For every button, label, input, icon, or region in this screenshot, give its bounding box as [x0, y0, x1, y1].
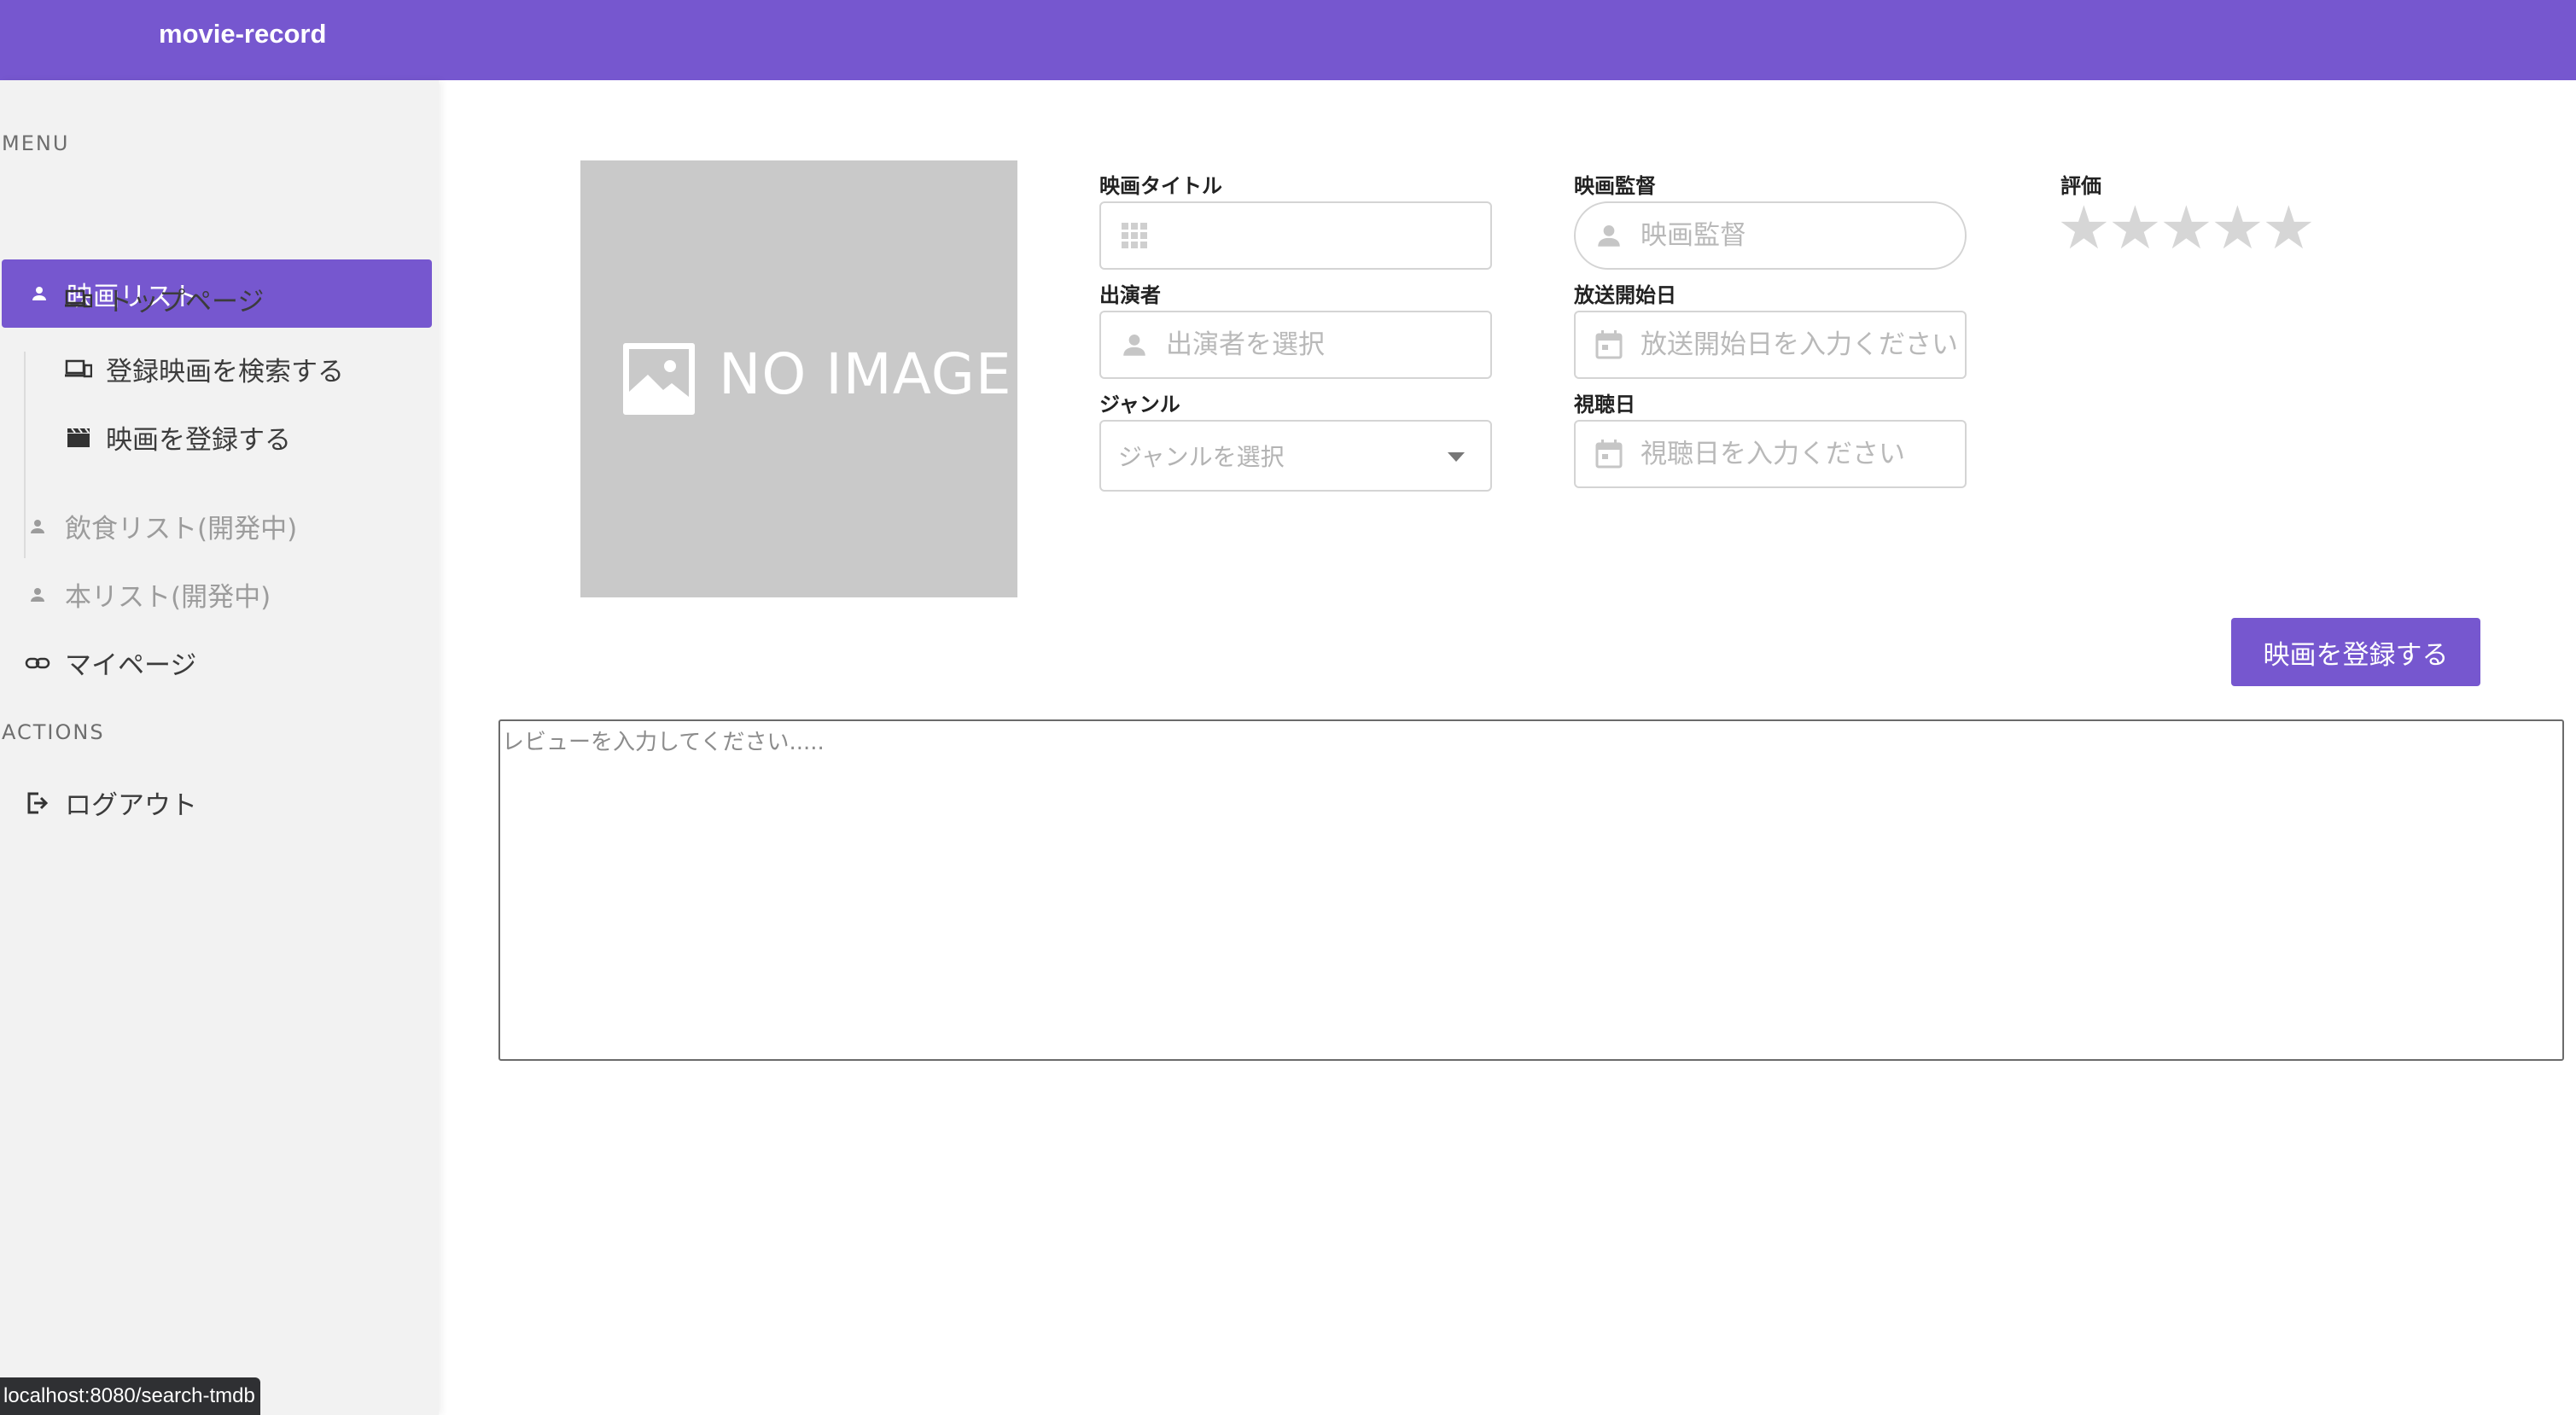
genre-select-value: ジャンルを選択: [1118, 443, 1285, 471]
devices-icon: [63, 284, 94, 315]
person-icon: [1593, 218, 1625, 253]
watch-date-label: 視聴日: [1574, 393, 1635, 416]
no-image-text: NO IMAGE: [719, 341, 1012, 407]
menu-section-label: MENU: [2, 131, 70, 155]
sidebar-item-label: トップページ: [106, 287, 265, 317]
cast-input[interactable]: [1166, 329, 1490, 360]
star-icon[interactable]: ★: [2159, 198, 2213, 258]
sidebar-item-label: 映画を登録する: [106, 425, 291, 456]
sidebar-item-register-movie[interactable]: 映画を登録する: [63, 418, 291, 457]
sidebar-item-top-page[interactable]: トップページ: [63, 280, 264, 318]
star-icon[interactable]: ★: [2262, 198, 2316, 258]
person-icon: [22, 511, 53, 542]
release-date-field: [1574, 311, 1967, 379]
sidebar: MENU 映画リスト トップページ 登録映画を検索する 映画を登録する 飲食リス…: [0, 80, 439, 1415]
devices-icon: [63, 354, 94, 385]
release-date-input[interactable]: [1641, 329, 1965, 360]
star-icon[interactable]: ★: [2057, 198, 2111, 258]
genre-label: ジャンル: [1099, 393, 1180, 416]
sidebar-item-food-list[interactable]: 飲食リスト(開発中): [22, 507, 297, 545]
person-icon: [22, 579, 53, 610]
genre-select[interactable]: ジャンルを選択: [1099, 420, 1492, 492]
sidebar-item-label: 本リスト(開発中): [65, 582, 271, 613]
star-icon[interactable]: ★: [2211, 198, 2264, 258]
status-url-bar: localhost:8080/search-tmdb: [0, 1377, 260, 1415]
poster-placeholder[interactable]: NO IMAGE: [580, 160, 1017, 597]
logout-label: ログアウト: [65, 790, 197, 821]
calendar-icon: [1593, 437, 1625, 471]
image-icon: [623, 343, 695, 415]
sidebar-item-book-list[interactable]: 本リスト(開発中): [22, 575, 271, 614]
logout-icon: [22, 788, 53, 818]
director-label: 映画監督: [1574, 174, 1656, 198]
register-movie-button[interactable]: 映画を登録する: [2231, 618, 2480, 686]
person-icon: [24, 278, 55, 309]
watch-date-field: [1574, 420, 1967, 488]
calendar-icon: [1593, 328, 1625, 362]
rating-stars: ★ ★ ★ ★ ★: [2057, 198, 2316, 258]
title-field: [1099, 201, 1492, 270]
actions-section-label: ACTIONS: [2, 720, 105, 744]
watch-date-input[interactable]: [1641, 439, 1965, 469]
title-input[interactable]: [1166, 220, 1490, 251]
sidebar-item-search-movies[interactable]: 登録映画を検索する: [63, 350, 344, 388]
director-input[interactable]: [1641, 220, 1965, 251]
logout-button[interactable]: ログアウト: [22, 783, 197, 822]
link-icon: [22, 648, 53, 678]
app-bar: movie-record: [0, 0, 2576, 80]
chevron-down-icon: [1448, 452, 1465, 462]
review-textarea[interactable]: [498, 719, 2564, 1061]
star-icon[interactable]: ★: [2108, 198, 2162, 258]
sidebar-item-label: 登録映画を検索する: [106, 357, 344, 387]
director-field: [1574, 201, 1967, 270]
person-icon: [1118, 328, 1151, 362]
app-title: movie-record: [159, 19, 327, 49]
movie-clapper-icon: [63, 422, 94, 453]
release-date-label: 放送開始日: [1574, 283, 1676, 307]
cast-label: 出演者: [1099, 283, 1161, 307]
sidebar-item-label: マイページ: [65, 650, 197, 681]
sidebar-item-my-page[interactable]: マイページ: [22, 643, 196, 682]
title-label: 映画タイトル: [1099, 174, 1222, 198]
sidebar-item-label: 飲食リスト(開発中): [65, 514, 298, 544]
grid-icon: [1118, 218, 1151, 253]
cast-field: [1099, 311, 1492, 379]
